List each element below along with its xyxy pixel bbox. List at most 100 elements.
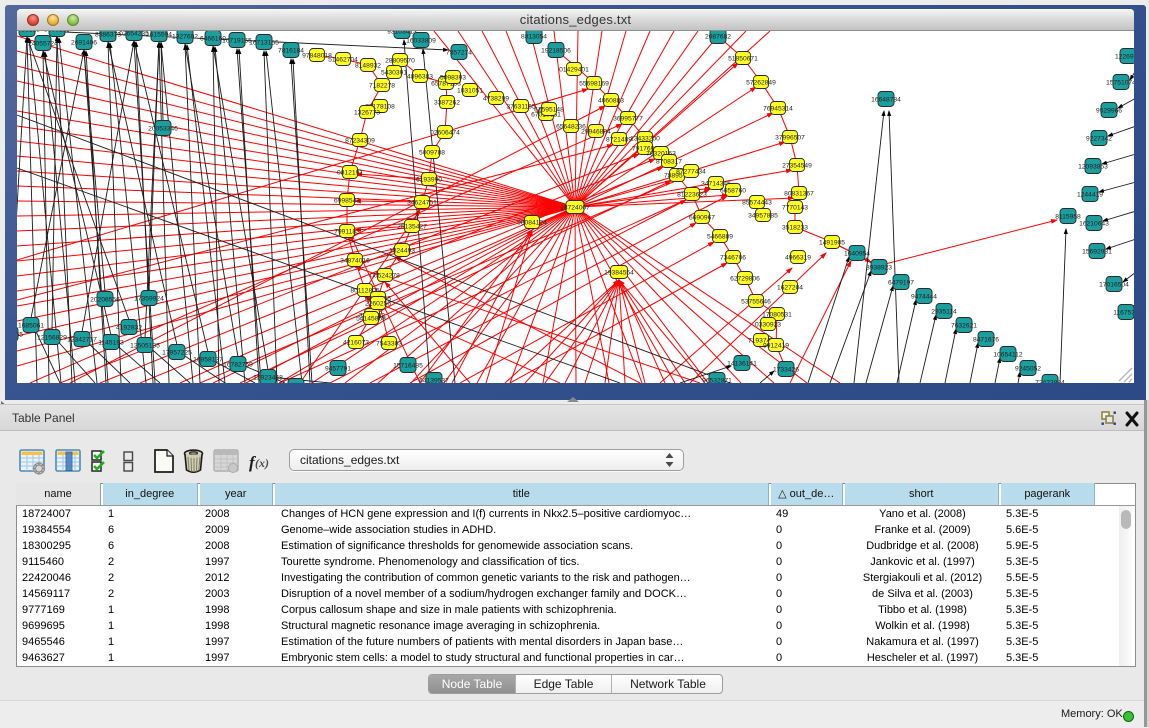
svg-text:4966319: 4966319: [785, 254, 811, 261]
svg-text:96532871: 96532871: [702, 377, 732, 383]
svg-text:16782759: 16782759: [223, 361, 253, 368]
svg-text:4896383: 4896383: [407, 73, 433, 80]
svg-text:17016504: 17016504: [1099, 281, 1129, 288]
svg-text:8938923: 8938923: [866, 264, 892, 271]
svg-text:4060883: 4060883: [598, 97, 624, 104]
svg-text:2935114: 2935114: [931, 308, 957, 315]
svg-text:0433218: 0433218: [17, 31, 40, 33]
svg-text:64139537: 64139537: [419, 377, 449, 383]
svg-text:19384554: 19384554: [604, 269, 634, 276]
svg-text:8471676: 8471676: [973, 336, 999, 343]
svg-text:17957225: 17957225: [162, 349, 192, 356]
svg-text:27354549: 27354549: [782, 162, 812, 169]
svg-text:9474444: 9474444: [911, 293, 937, 300]
svg-text:8115958: 8115958: [1055, 213, 1081, 220]
svg-text:8708317: 8708317: [656, 158, 682, 165]
svg-text:9529966: 9529966: [1096, 107, 1122, 114]
svg-text:8148932: 8148932: [355, 62, 381, 69]
svg-text:57262849: 57262849: [746, 79, 776, 86]
svg-text:25135427: 25135427: [397, 223, 427, 230]
svg-text:3518233: 3518233: [782, 224, 808, 231]
svg-text:16033809: 16033809: [406, 37, 436, 44]
svg-text:7632621: 7632621: [951, 322, 977, 329]
svg-text:12093853: 12093853: [1078, 163, 1108, 170]
svg-text:7182278: 7182278: [369, 82, 395, 89]
svg-text:7346706: 7346706: [720, 254, 746, 261]
svg-text:5466889: 5466889: [707, 233, 733, 240]
svg-text:19218506: 19218506: [541, 47, 571, 54]
svg-text:6475255: 6475255: [17, 331, 23, 338]
svg-text:53755646: 53755646: [741, 298, 771, 305]
svg-text:16713155: 16713155: [249, 39, 279, 46]
svg-text:6998543: 6998543: [334, 197, 360, 204]
svg-text:85574443: 85574443: [742, 199, 772, 206]
svg-text:9457791: 9457791: [325, 365, 351, 372]
svg-text:9227342: 9227342: [1086, 135, 1112, 142]
svg-text:14136141: 14136141: [727, 360, 757, 367]
svg-text:1733426: 1733426: [773, 366, 799, 373]
svg-text:51850671: 51850671: [728, 55, 758, 62]
svg-text:5009788: 5009788: [419, 149, 445, 156]
svg-text:10654112: 10654112: [993, 351, 1023, 358]
svg-text:5430391: 5430391: [381, 69, 407, 76]
svg-text:8721489: 8721489: [606, 136, 632, 143]
svg-text:37631165: 37631165: [506, 103, 536, 110]
svg-text:6658760: 6658760: [720, 187, 746, 194]
svg-text:98084124: 98084124: [517, 219, 547, 226]
svg-text:9245052: 9245052: [1015, 365, 1041, 372]
svg-text:1031051: 1031051: [457, 87, 483, 94]
svg-text:37996507: 37996507: [775, 134, 805, 141]
svg-text:1326773: 1326773: [354, 109, 380, 116]
svg-text:29946804: 29946804: [581, 128, 611, 135]
svg-text:2260256: 2260256: [365, 300, 391, 307]
svg-text:10719155: 10719155: [222, 37, 252, 44]
svg-text:51462704: 51462704: [328, 56, 358, 63]
svg-text:34957885: 34957885: [748, 212, 778, 219]
svg-text:10958137: 10958137: [193, 356, 223, 363]
svg-text:3387262: 3387262: [434, 99, 460, 106]
svg-text:0330923: 0330923: [755, 321, 781, 328]
svg-text:20053346: 20053346: [148, 125, 178, 132]
svg-text:20206556: 20206556: [90, 296, 120, 303]
svg-text:62729806: 62729806: [730, 275, 760, 282]
svg-text:34624751: 34624751: [407, 199, 437, 206]
svg-text:1327602: 1327602: [172, 33, 198, 40]
svg-text:12156829: 12156829: [37, 334, 67, 341]
svg-text:02654235: 02654235: [119, 31, 149, 37]
svg-text:1491905: 1491905: [819, 239, 845, 246]
svg-text:36995777: 36995777: [613, 115, 643, 122]
svg-text:0812191: 0812191: [337, 169, 363, 176]
svg-text:16648784: 16648784: [871, 96, 901, 103]
svg-text:5098393: 5098393: [440, 74, 466, 81]
svg-text:15692931: 15692931: [1082, 248, 1112, 255]
svg-text:18724007: 18724007: [560, 204, 590, 211]
svg-text:7991183: 7991183: [334, 228, 360, 235]
svg-text:80831367: 80831367: [784, 190, 814, 197]
svg-text:1167533: 1167533: [1113, 309, 1134, 316]
svg-text:55698169: 55698169: [579, 80, 609, 87]
svg-text:1145193: 1145193: [98, 339, 124, 346]
svg-text:93103413: 93103413: [387, 31, 417, 35]
svg-text:15751074: 15751074: [1106, 79, 1134, 86]
svg-text:15716485: 15716485: [393, 362, 423, 369]
svg-text:1244419: 1244419: [1077, 191, 1103, 198]
svg-text:9600133: 9600133: [44, 31, 70, 33]
svg-text:87234309: 87234309: [345, 137, 375, 144]
svg-text:1627204: 1627204: [777, 284, 803, 291]
svg-text:87277434: 87277434: [676, 168, 706, 175]
svg-text:34874016: 34874016: [340, 257, 370, 264]
svg-text:8813054: 8813054: [521, 33, 547, 40]
svg-text:16210643: 16210643: [1079, 220, 1109, 227]
svg-text:1824493: 1824493: [389, 247, 415, 254]
svg-text:81223623: 81223623: [677, 191, 707, 198]
svg-text:72423884: 72423884: [1035, 379, 1065, 383]
svg-text:24055724: 24055724: [28, 40, 58, 47]
svg-text:17359924: 17359924: [134, 295, 164, 302]
svg-text:28809570: 28809570: [385, 57, 415, 64]
svg-text:2087682: 2087682: [705, 33, 731, 40]
svg-text:7543303: 7543303: [376, 340, 402, 347]
svg-text:1615594: 1615594: [146, 31, 172, 38]
svg-text:7770143: 7770143: [782, 204, 808, 211]
svg-text:61595148: 61595148: [534, 106, 564, 113]
svg-text:12505135: 12505135: [130, 342, 160, 349]
